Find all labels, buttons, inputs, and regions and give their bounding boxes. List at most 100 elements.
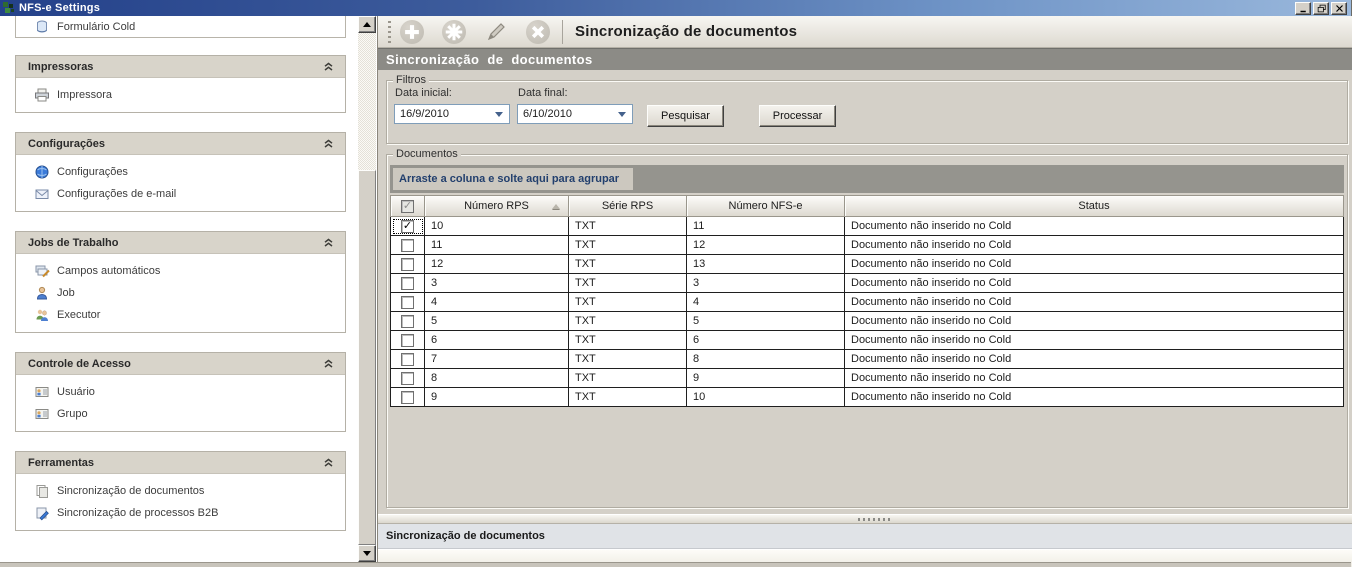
table-row[interactable]: 3 TXT 3 Documento não inserido no Cold xyxy=(391,274,1344,293)
sidebar-item[interactable]: Sincronização de documentos xyxy=(16,480,345,502)
cell-numero-nfse: 4 xyxy=(687,293,845,312)
row-checkbox-cell[interactable] xyxy=(391,369,425,388)
select-all-checkbox[interactable] xyxy=(401,200,414,213)
table-row[interactable]: 8 TXT 9 Documento não inserido no Cold xyxy=(391,369,1344,388)
cell-serie-rps: TXT xyxy=(569,255,687,274)
sidebar-item[interactable]: Executor xyxy=(16,304,345,326)
start-date-label: Data inicial: xyxy=(395,87,452,99)
row-checkbox-cell[interactable] xyxy=(391,217,425,236)
sidebar-item[interactable]: Configurações xyxy=(16,161,345,183)
section-header[interactable]: Controle de Acesso xyxy=(16,353,345,375)
section-header[interactable]: Ferramentas xyxy=(16,452,345,474)
row-checkbox[interactable] xyxy=(401,315,414,328)
sidebar-item[interactable]: Usuário xyxy=(16,381,345,403)
collapse-chevron-icon xyxy=(322,357,335,370)
group-card-icon xyxy=(34,406,50,422)
sidebar-section: Configurações Configurações Configuraçõe… xyxy=(15,132,346,212)
row-checkbox-cell[interactable] xyxy=(391,331,425,350)
table-row[interactable]: 4 TXT 4 Documento não inserido no Cold xyxy=(391,293,1344,312)
column-header-numero-rps[interactable]: Número RPS xyxy=(425,196,569,217)
row-checkbox-cell[interactable] xyxy=(391,312,425,331)
sidebar-item-formulario-cold[interactable]: Formulário Cold xyxy=(15,16,346,38)
select-all-header[interactable] xyxy=(391,196,425,217)
row-checkbox-cell[interactable] xyxy=(391,236,425,255)
table-row[interactable]: 5 TXT 5 Documento não inserido no Cold xyxy=(391,312,1344,331)
collapse-chevron-icon xyxy=(322,236,335,249)
sidebar-item[interactable]: Campos automáticos xyxy=(16,260,345,282)
sidebar-section: Jobs de Trabalho Campos automáticos Job … xyxy=(15,231,346,333)
section-header[interactable]: Configurações xyxy=(16,133,345,155)
table-row[interactable]: 11 TXT 12 Documento não inserido no Cold xyxy=(391,236,1344,255)
start-date-value: 16/9/2010 xyxy=(400,108,449,120)
cell-numero-rps: 12 xyxy=(425,255,569,274)
column-header-numero-nfse[interactable]: Número NFS-e xyxy=(687,196,845,217)
scroll-up-button[interactable] xyxy=(358,16,376,33)
row-checkbox[interactable] xyxy=(401,372,414,385)
row-checkbox[interactable] xyxy=(401,220,414,233)
filters-legend: Filtros xyxy=(393,74,429,86)
add-button[interactable] xyxy=(400,20,424,44)
splitter-handle[interactable] xyxy=(378,514,1352,524)
column-header-status[interactable]: Status xyxy=(845,196,1344,217)
cell-numero-rps: 5 xyxy=(425,312,569,331)
process-button-toolbar[interactable] xyxy=(442,20,466,44)
row-checkbox[interactable] xyxy=(401,296,414,309)
section-items: Sincronização de documentos Sincronizaçã… xyxy=(16,474,345,530)
sidebar-scrollbar[interactable] xyxy=(358,16,376,562)
column-header-serie-rps[interactable]: Série RPS xyxy=(569,196,687,217)
scrollbar-thumb[interactable] xyxy=(358,170,376,545)
row-checkbox-cell[interactable] xyxy=(391,255,425,274)
form-icon xyxy=(34,19,50,35)
search-button[interactable]: Pesquisar xyxy=(647,105,724,127)
table-row[interactable]: 7 TXT 8 Documento não inserido no Cold xyxy=(391,350,1344,369)
row-checkbox-cell[interactable] xyxy=(391,293,425,312)
sidebar-item[interactable]: Job xyxy=(16,282,345,304)
group-by-band: Arraste a coluna e solte aqui para agrup… xyxy=(390,165,1344,193)
cell-status: Documento não inserido no Cold xyxy=(845,255,1344,274)
section-header[interactable]: Jobs de Trabalho xyxy=(16,232,345,254)
row-checkbox[interactable] xyxy=(401,353,414,366)
item-label: Sincronização de documentos xyxy=(57,485,204,497)
restore-button[interactable] xyxy=(1313,2,1329,15)
sidebar-item-label: Formulário Cold xyxy=(57,21,135,33)
section-header[interactable]: Impressoras xyxy=(16,56,345,78)
sidebar-item[interactable]: Impressora xyxy=(16,84,345,106)
cell-serie-rps: TXT xyxy=(569,217,687,236)
cell-serie-rps: TXT xyxy=(569,293,687,312)
sidebar-item[interactable]: Grupo xyxy=(16,403,345,425)
item-label: Executor xyxy=(57,309,100,321)
row-checkbox[interactable] xyxy=(401,391,414,404)
end-date-combobox[interactable]: 6/10/2010 xyxy=(517,104,633,124)
cell-numero-nfse: 11 xyxy=(687,217,845,236)
toolbar: Sincronização de documentos xyxy=(378,16,1352,48)
table-row[interactable]: 12 TXT 13 Documento não inserido no Cold xyxy=(391,255,1344,274)
table-row[interactable]: 10 TXT 11 Documento não inserido no Cold xyxy=(391,217,1344,236)
edit-button[interactable] xyxy=(484,20,508,44)
section-title: Configurações xyxy=(28,138,105,150)
scroll-down-button[interactable] xyxy=(358,545,376,562)
start-date-combobox[interactable]: 16/9/2010 xyxy=(394,104,510,124)
row-checkbox[interactable] xyxy=(401,334,414,347)
cancel-button[interactable] xyxy=(526,20,550,44)
row-checkbox-cell[interactable] xyxy=(391,350,425,369)
cell-numero-nfse: 6 xyxy=(687,331,845,350)
row-checkbox-cell[interactable] xyxy=(391,274,425,293)
group-by-drop-area[interactable]: Arraste a coluna e solte aqui para agrup… xyxy=(393,168,633,190)
row-checkbox-cell[interactable] xyxy=(391,388,425,407)
minimize-button[interactable] xyxy=(1295,2,1311,15)
sidebar-item[interactable]: Sincronização de processos B2B xyxy=(16,502,345,524)
process-button[interactable]: Processar xyxy=(759,105,836,127)
row-checkbox[interactable] xyxy=(401,277,414,290)
row-checkbox[interactable] xyxy=(401,239,414,252)
table-row[interactable]: 9 TXT 10 Documento não inserido no Cold xyxy=(391,388,1344,407)
item-label: Campos automáticos xyxy=(57,265,160,277)
sidebar-item[interactable]: Configurações de e-mail xyxy=(16,183,345,205)
item-label: Grupo xyxy=(57,408,88,420)
section-items: Configurações Configurações de e-mail xyxy=(16,155,345,211)
row-checkbox[interactable] xyxy=(401,258,414,271)
toolbar-grip[interactable] xyxy=(388,21,391,43)
table-row[interactable]: 6 TXT 6 Documento não inserido no Cold xyxy=(391,331,1344,350)
close-button[interactable] xyxy=(1331,2,1347,15)
collapse-chevron-icon xyxy=(322,456,335,469)
window-bottom-edge xyxy=(0,562,1351,567)
